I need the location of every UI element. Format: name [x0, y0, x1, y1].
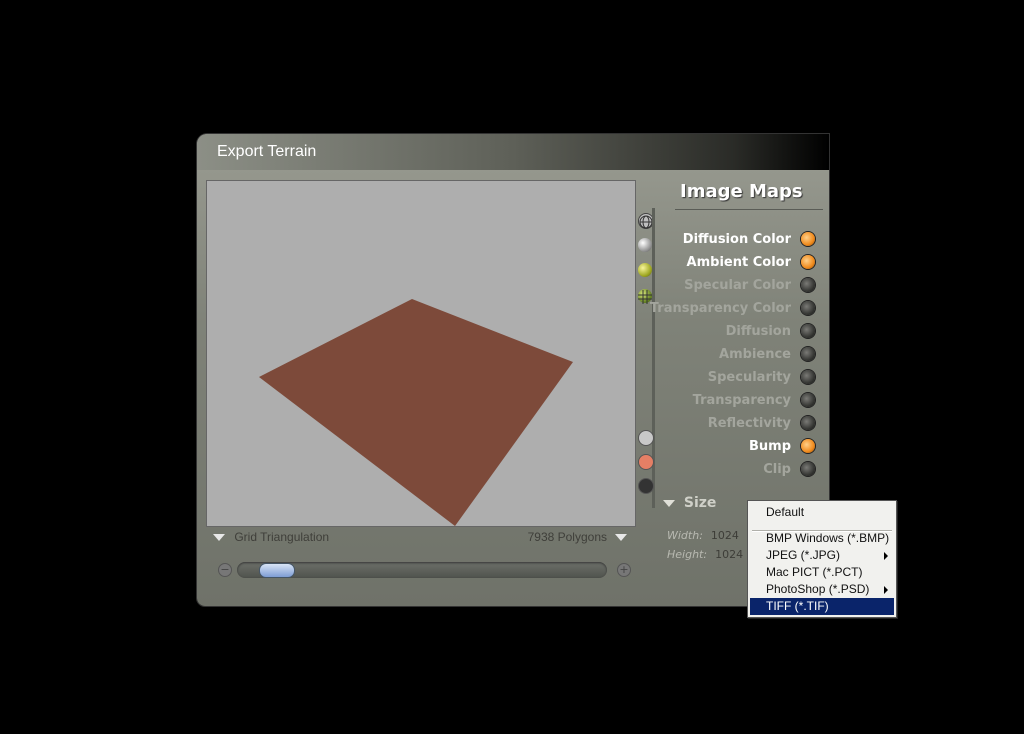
image-map-toggle-icon[interactable] — [801, 439, 815, 453]
image-map-row[interactable]: Diffusion — [627, 322, 827, 342]
format-menu: Default BMP Windows (*.BMP) JPEG (*.JPG)… — [747, 500, 897, 618]
format-menu-item-default[interactable]: Default — [750, 504, 894, 521]
terrain-preview-canvas — [259, 299, 573, 526]
triangulation-bar: Grid Triangulation 7938 Polygons — [213, 530, 633, 548]
image-map-toggle-icon[interactable] — [801, 462, 815, 476]
image-maps-divider — [675, 209, 823, 210]
image-map-label: Ambient Color — [686, 255, 791, 270]
submenu-arrow-icon — [884, 552, 888, 560]
width-value[interactable]: 1024 — [711, 529, 739, 542]
dialog-title: Export Terrain — [217, 143, 317, 160]
format-menu-item-tiff[interactable]: TIFF (*.TIF) — [750, 598, 894, 615]
format-menu-item-label: PhotoShop (*.PSD) — [766, 582, 870, 596]
image-map-label: Clip — [763, 462, 791, 477]
image-map-row[interactable]: Specular Color — [627, 276, 827, 296]
image-map-row[interactable]: Transparency — [627, 391, 827, 411]
image-map-row[interactable]: Reflectivity — [627, 414, 827, 434]
terrain-surface — [259, 299, 573, 526]
decrease-resolution-button[interactable]: − — [218, 563, 232, 577]
format-menu-item-label: JPEG (*.JPG) — [766, 548, 841, 562]
background-color-swatch[interactable] — [638, 478, 654, 494]
size-title: Size — [683, 495, 717, 511]
image-map-toggle-icon[interactable] — [801, 301, 815, 315]
resolution-slider-thumb[interactable] — [259, 563, 295, 578]
image-map-label: Diffusion Color — [682, 232, 791, 247]
image-map-label: Diffusion — [725, 324, 791, 339]
export-terrain-dialog: Export Terrain Grid Triangulation 7938 P… — [197, 134, 829, 606]
image-maps-title: Image Maps — [680, 181, 803, 202]
image-map-toggle-icon[interactable] — [801, 393, 815, 407]
width-label: Width: — [667, 529, 703, 542]
image-map-toggle-icon[interactable] — [801, 370, 815, 384]
image-map-label: Transparency Color — [649, 301, 791, 316]
image-map-label: Bump — [748, 439, 791, 454]
image-map-row[interactable]: Bump — [627, 437, 827, 457]
increase-resolution-button[interactable]: + — [617, 563, 631, 577]
image-map-row[interactable]: Specularity — [627, 368, 827, 388]
image-map-toggle-icon[interactable] — [801, 416, 815, 430]
image-map-toggle-icon[interactable] — [801, 232, 815, 246]
format-menu-item-jpeg[interactable]: JPEG (*.JPG) — [750, 547, 894, 564]
triangulation-label[interactable]: Grid Triangulation — [234, 530, 329, 544]
submenu-arrow-icon — [884, 586, 888, 594]
polygon-count: 7938 Polygons — [527, 530, 607, 544]
image-map-toggle-icon[interactable] — [801, 324, 815, 338]
format-menu-item-bmp[interactable]: BMP Windows (*.BMP) — [750, 530, 894, 547]
image-map-toggle-icon[interactable] — [801, 255, 815, 269]
terrain-preview[interactable] — [206, 180, 636, 527]
size-section[interactable]: Size — [663, 495, 716, 511]
format-menu-item-psd[interactable]: PhotoShop (*.PSD) — [750, 581, 894, 598]
title-bar[interactable]: Export Terrain — [197, 134, 829, 170]
triangulation-dropdown-icon[interactable] — [213, 534, 225, 542]
image-map-row[interactable]: Ambience — [627, 345, 827, 365]
image-map-row[interactable]: Diffusion Color — [627, 230, 827, 250]
image-map-label: Specularity — [707, 370, 791, 385]
height-value[interactable]: 1024 — [715, 548, 743, 561]
size-dimensions: Width: 1024 Height: 1024 — [667, 526, 743, 564]
height-label: Height: — [667, 548, 708, 561]
resolution-slider[interactable] — [237, 562, 607, 578]
image-map-toggle-icon[interactable] — [801, 278, 815, 292]
format-menu-item-pict[interactable]: Mac PICT (*.PCT) — [750, 564, 894, 581]
image-map-label: Ambience — [719, 347, 791, 362]
image-map-label: Reflectivity — [707, 416, 791, 431]
image-map-row[interactable]: Clip — [627, 460, 827, 480]
image-map-row[interactable]: Transparency Color — [627, 299, 827, 319]
image-map-toggle-icon[interactable] — [801, 347, 815, 361]
size-dropdown-icon[interactable] — [663, 499, 675, 507]
image-map-row[interactable]: Ambient Color — [627, 253, 827, 273]
polygon-dropdown-icon[interactable] — [615, 534, 627, 541]
image-map-label: Transparency — [692, 393, 791, 408]
image-map-label: Specular Color — [684, 278, 791, 293]
